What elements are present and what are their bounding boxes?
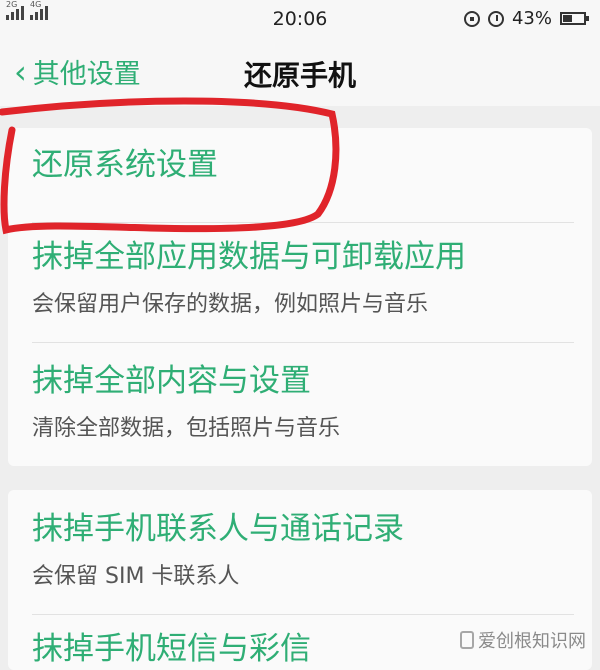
status-bar: 2G 4G 20:06 43%: [0, 0, 600, 38]
list-item-title: 抹掉手机联系人与通话记录: [32, 511, 404, 547]
settings-group-1: 还原系统设置 抹掉全部应用数据与可卸载应用 会保留用户保存的数据，例如照片与音乐…: [8, 128, 592, 466]
app-header: ‹ 其他设置 还原手机: [0, 38, 600, 106]
list-item-subtitle: 清除全部数据，包括照片与音乐: [32, 416, 341, 442]
battery-percent: 43%: [511, 8, 552, 29]
list-item-title: 抹掉全部内容与设置: [32, 363, 311, 399]
rotation-lock-icon: [463, 10, 480, 27]
list-item-erase-contacts[interactable]: 抹掉手机联系人与通话记录 会保留 SIM 卡联系人: [32, 512, 574, 590]
list-item-erase-app-data[interactable]: 抹掉全部应用数据与可卸载应用 会保留用户保存的数据，例如照片与音乐: [32, 240, 574, 318]
divider: [32, 614, 574, 615]
list-item-title: 还原系统设置: [32, 147, 218, 183]
page-title: 还原手机: [243, 59, 356, 92]
watermark: 爱创根知识网: [460, 627, 586, 653]
divider: [32, 222, 574, 223]
divider: [32, 342, 574, 343]
watermark-text: 爱创根知识网: [478, 631, 586, 652]
list-item-subtitle: 会保留 SIM 卡联系人: [32, 564, 240, 590]
battery-icon: [560, 12, 589, 25]
watermark-logo-icon: [460, 631, 474, 649]
list-item-subtitle: 会保留用户保存的数据，例如照片与音乐: [32, 292, 429, 318]
alarm-icon: [487, 10, 504, 27]
list-item-reset-system-settings[interactable]: 还原系统设置: [32, 148, 574, 182]
list-item-title: 抹掉全部应用数据与可卸载应用: [32, 239, 466, 275]
list-item-erase-all-content[interactable]: 抹掉全部内容与设置 清除全部数据，包括照片与音乐: [32, 364, 574, 442]
